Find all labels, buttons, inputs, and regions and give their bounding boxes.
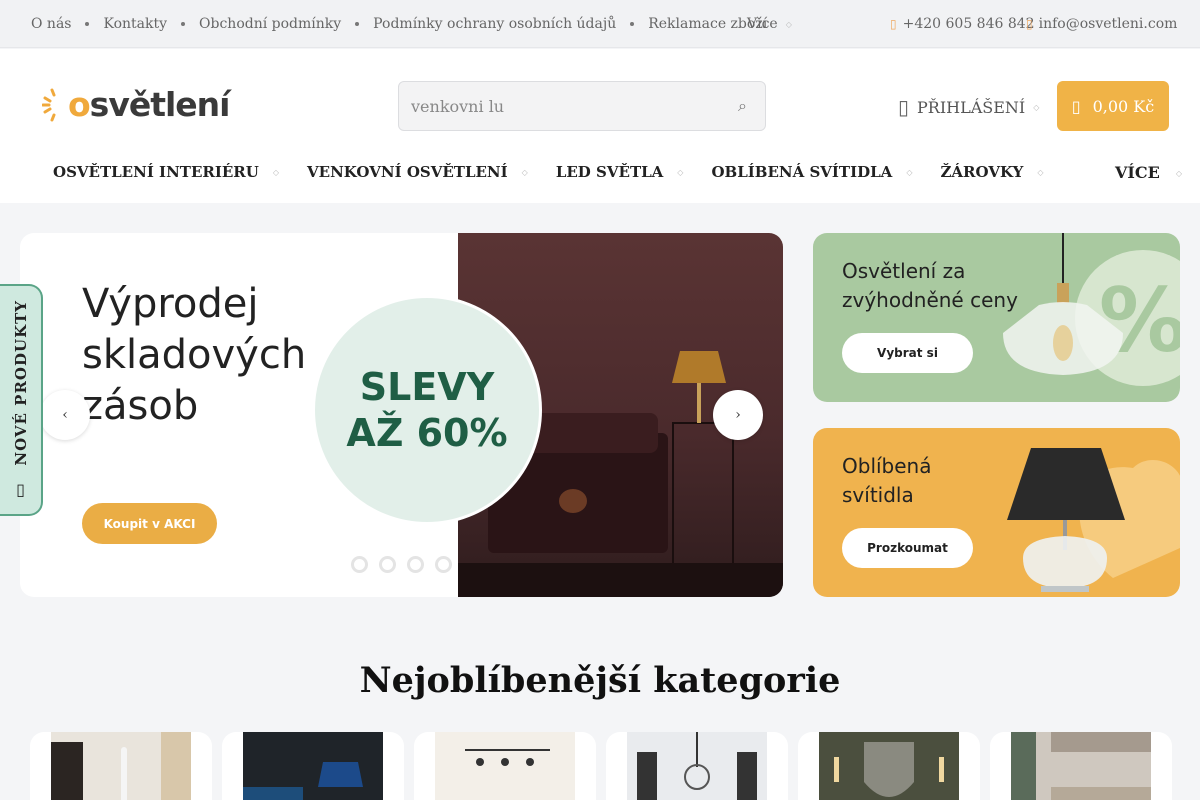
category-thumb — [627, 732, 767, 800]
phone-number: +420 605 846 842 — [902, 16, 1035, 32]
chevron-down-icon: ◇ — [272, 167, 280, 177]
chevron-down-icon: ◇ — [1033, 102, 1040, 112]
login-button[interactable]: ▯ PŘIHLÁŠENÍ ◇ — [898, 95, 1039, 119]
logo[interactable]: osvětlení — [42, 84, 230, 124]
user-icon: ▯ — [898, 95, 910, 119]
category-card[interactable] — [30, 732, 212, 800]
nav-item-favourite[interactable]: OBLÍBENÁ SVÍTIDLA ◇ — [711, 163, 912, 181]
category-thumb — [243, 732, 383, 800]
cart-total: 0,00 Kč — [1092, 96, 1155, 116]
category-card[interactable] — [222, 732, 404, 800]
category-card[interactable] — [798, 732, 980, 800]
search-box: ⌕ — [398, 81, 766, 131]
discount-badge: SLEVY AŽ 60% — [312, 295, 542, 525]
nav-item-outdoor[interactable]: VENKOVNÍ OSVĚTLENÍ ◇ — [307, 163, 528, 181]
box-icon: ▯ — [16, 479, 25, 499]
nav-more[interactable]: VÍCE ◇ — [1115, 163, 1182, 182]
nav-item-interior[interactable]: OSVĚTLENÍ INTERIÉRU ◇ — [53, 163, 279, 181]
link-about[interactable]: O nás — [31, 16, 71, 32]
phone-contact[interactable]: ▯ +420 605 846 842 — [890, 16, 1035, 32]
slider-dots — [351, 556, 452, 573]
chevron-down-icon: ◇ — [521, 167, 528, 177]
nav-item-bulbs[interactable]: ŽÁROVKY ◇ — [940, 163, 1043, 181]
link-privacy[interactable]: Podmínky ochrany osobních údajů — [373, 16, 616, 32]
chevron-left-icon: ‹ — [62, 407, 68, 423]
category-card[interactable] — [414, 732, 596, 800]
slider-prev-button[interactable]: ‹ — [40, 390, 90, 440]
buy-on-sale-button[interactable]: Koupit v AKCI — [82, 503, 217, 544]
chevron-right-icon: › — [735, 407, 741, 423]
top-more-label: Více — [747, 16, 778, 32]
nav-more-label: VÍCE — [1115, 163, 1160, 182]
email-contact[interactable]: ▯ info@osvetleni.com — [1026, 16, 1177, 32]
new-products-tab[interactable]: NOVÉ PRODUKTY ▯ — [0, 284, 43, 516]
category-card[interactable] — [990, 732, 1172, 800]
cart-button[interactable]: ▯ 0,00 Kč — [1057, 81, 1169, 131]
hero-slider[interactable]: Výprodej skladových zásob SLEVY AŽ 60% K… — [20, 233, 783, 597]
category-thumb — [819, 732, 959, 800]
explore-button[interactable]: Prozkoumat — [842, 528, 973, 568]
logo-wordmark: osvětlení — [68, 84, 230, 124]
category-thumb — [1011, 732, 1151, 800]
search-input[interactable] — [399, 82, 699, 130]
top-bar: O nás Kontakty Obchodní podmínky Podmínk… — [0, 0, 1200, 48]
sun-icon — [42, 88, 56, 122]
choose-button[interactable]: Vybrat si — [842, 333, 973, 373]
slider-dot[interactable] — [435, 556, 452, 573]
banner-discount-title: Osvětlení za zvýhodněné ceny — [842, 259, 1018, 312]
login-label: PŘIHLÁŠENÍ — [917, 97, 1026, 117]
separator-dot — [181, 22, 186, 26]
chevron-down-icon: ◇ — [1175, 167, 1182, 178]
chevron-down-icon: ◇ — [785, 19, 792, 29]
new-products-label: NOVÉ PRODUKTY — [11, 300, 30, 466]
separator-dot — [85, 22, 90, 26]
top-links: O nás Kontakty Obchodní podmínky Podmínk… — [31, 16, 767, 32]
categories-title: Nejoblíbenější kategorie — [359, 660, 841, 701]
slider-dot[interactable] — [379, 556, 396, 573]
nav-item-led[interactable]: LED SVĚTLA ◇ — [556, 163, 684, 181]
category-card[interactable] — [606, 732, 788, 800]
category-thumb — [51, 732, 191, 800]
chevron-down-icon: ◇ — [677, 167, 684, 177]
main-nav: OSVĚTLENÍ INTERIÉRU ◇ VENKOVNÍ OSVĚTLENÍ ◇… — [53, 163, 1071, 181]
chevron-down-icon: ◇ — [906, 167, 913, 177]
category-cards — [30, 732, 1172, 800]
badge-line-1: SLEVY — [359, 365, 495, 409]
slider-dot[interactable] — [351, 556, 368, 573]
badge-line-2: AŽ 60% — [346, 411, 508, 455]
cart-icon: ▯ — [1071, 96, 1081, 116]
email-address: info@osvetleni.com — [1038, 16, 1178, 32]
top-more-dropdown[interactable]: Více ◇ — [747, 16, 792, 32]
link-terms[interactable]: Obchodní podmínky — [199, 16, 341, 32]
separator-dot — [630, 22, 635, 26]
mail-icon: ▯ — [1026, 17, 1033, 31]
link-contacts[interactable]: Kontakty — [103, 16, 167, 32]
slider-next-button[interactable]: › — [713, 390, 763, 440]
search-icon[interactable]: ⌕ — [738, 96, 747, 116]
promo-banner-favourites[interactable]: Oblíbená svítidla Prozkoumat — [813, 428, 1180, 597]
separator-dot — [355, 22, 360, 26]
chevron-down-icon: ◇ — [1037, 167, 1044, 177]
category-thumb — [435, 732, 575, 800]
promo-banner-discount[interactable]: % Osvětlení za zvýhodněné ceny Vybrat si — [813, 233, 1180, 402]
slider-dot[interactable] — [407, 556, 424, 573]
banner-favourites-title: Oblíbená svítidla — [842, 454, 932, 507]
phone-icon: ▯ — [890, 17, 897, 31]
